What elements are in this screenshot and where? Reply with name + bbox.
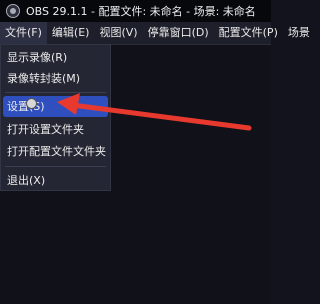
menu-item-open-profile-folder[interactable]: 打开配置文件文件夹	[3, 141, 108, 162]
menu-item-exit: 退出(X)	[7, 174, 46, 187]
menu-item-remux-recordings[interactable]: 录像转封装(M)	[3, 68, 108, 89]
menu-separator	[5, 166, 106, 167]
menu-item-show-recordings[interactable]: 显示录像(R)	[3, 47, 108, 68]
title-bar: OBS 29.1.1 - 配置文件: 未命名 - 场景: 未命名	[0, 0, 271, 22]
menu-view[interactable]: 视图(V)	[94, 22, 142, 44]
menu-separator	[5, 92, 106, 93]
menu-scene-collection[interactable]: 场景	[283, 22, 315, 44]
menu-docks[interactable]: 停靠窗口(D)	[143, 22, 214, 44]
window-title: OBS 29.1.1 - 配置文件: 未命名 - 场景: 未命名	[26, 5, 256, 18]
menu-profile[interactable]: 配置文件(P)	[214, 22, 283, 44]
file-menu-dropdown: 显示录像(R) 录像转封装(M) 设置(S) 打开设置文件夹 打开配置文件文件夹…	[0, 44, 111, 191]
menu-item-settings[interactable]: 设置(S)	[3, 96, 108, 117]
menu-item-open-settings-folder[interactable]: 打开设置文件夹	[3, 119, 108, 140]
mouse-cursor-icon	[26, 98, 37, 109]
obs-logo-icon	[6, 4, 20, 18]
menu-edit[interactable]: 编辑(E)	[47, 22, 95, 44]
menu-bar: 文件(F) 编辑(E) 视图(V) 停靠窗口(D) 配置文件(P) 场景	[0, 22, 310, 45]
menu-file[interactable]: 文件(F)	[0, 22, 47, 44]
